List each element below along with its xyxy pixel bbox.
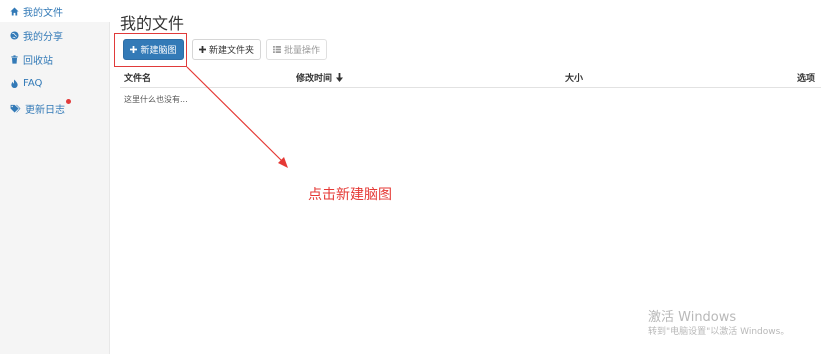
- windows-activation-title: 激活 Windows: [648, 310, 737, 325]
- windows-activation-subtitle: 转到"电脑设置"以激活 Windows。: [648, 327, 790, 337]
- annotation-text: 点击新建脑图: [308, 187, 392, 203]
- annotation-arrow: [186, 66, 288, 168]
